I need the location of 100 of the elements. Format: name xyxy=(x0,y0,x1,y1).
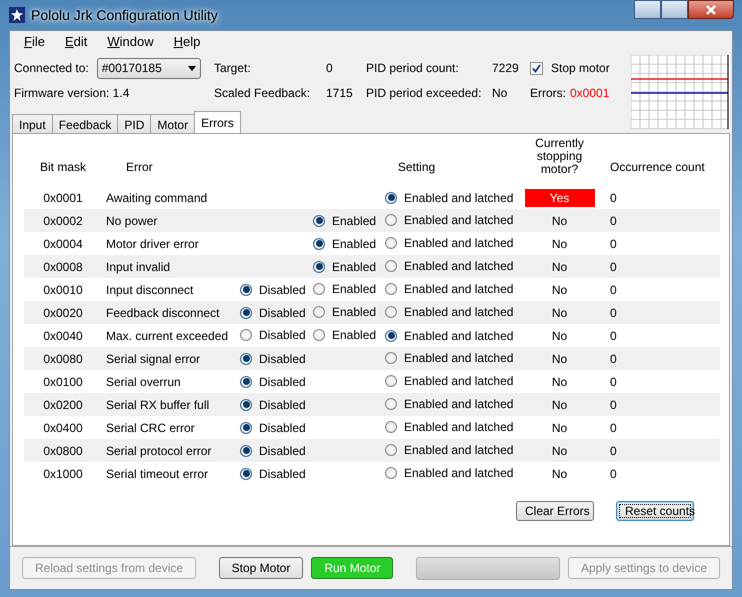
radio-circle[interactable] xyxy=(385,352,397,364)
radio-button[interactable]: Disabled xyxy=(240,372,306,391)
stop-motor-checkbox[interactable]: Stop motor xyxy=(530,59,610,77)
radio-circle[interactable] xyxy=(385,192,397,204)
menu-item[interactable]: Edit xyxy=(54,32,98,52)
radio-button[interactable]: Disabled xyxy=(240,350,306,368)
radio-button[interactable]: Enabled and latched xyxy=(385,372,514,390)
menu-item[interactable]: Window xyxy=(97,32,164,52)
radio-button[interactable]: Enabled xyxy=(313,212,376,230)
column-header: Occurrence count xyxy=(609,159,706,176)
radio-button[interactable]: Enabled and latched xyxy=(385,418,514,436)
label-text: PID period count: xyxy=(366,60,460,77)
error-name: Max. current exceeded xyxy=(105,328,230,344)
close-icon[interactable] xyxy=(705,4,717,14)
count-text: 0 xyxy=(610,214,617,228)
button[interactable]: Stop Motor xyxy=(218,557,304,579)
radio-circle[interactable] xyxy=(385,282,397,294)
radio-circle[interactable] xyxy=(385,214,397,226)
radio-button[interactable]: Disabled xyxy=(240,396,306,414)
radio-button[interactable]: Enabled xyxy=(313,280,376,298)
radio-button[interactable]: Enabled and latched xyxy=(385,256,514,274)
radio-circle[interactable] xyxy=(385,236,397,248)
radio-button[interactable]: Enabled and latched xyxy=(385,210,514,228)
tab[interactable]: PID xyxy=(117,114,152,133)
radio-circle[interactable] xyxy=(240,376,252,388)
count-text: 0 xyxy=(610,444,617,458)
tab[interactable]: Motor xyxy=(150,114,196,133)
checkmark-icon xyxy=(532,64,541,72)
tab[interactable]: Feedback xyxy=(52,114,118,133)
radio-button[interactable]: Disabled xyxy=(240,464,306,483)
bit-mask-text: 0x0001 xyxy=(42,190,84,206)
stopping-status: No xyxy=(552,442,568,460)
minimize-button[interactable] xyxy=(634,0,661,19)
radio-circle[interactable] xyxy=(385,260,397,272)
tab[interactable]: Errors xyxy=(194,111,241,133)
radio-circle[interactable] xyxy=(385,444,397,456)
label-text: Scaled Feedback: xyxy=(214,85,312,102)
radio-circle[interactable] xyxy=(240,468,252,480)
stopping-status: Yes xyxy=(524,188,594,206)
error-name: Input disconnect xyxy=(105,282,194,298)
radio-button[interactable]: Disabled xyxy=(240,442,306,460)
radio-circle[interactable] xyxy=(313,328,325,340)
radio-button[interactable]: Enabled xyxy=(313,326,376,344)
close-button[interactable] xyxy=(688,0,734,19)
button[interactable]: Clear Errors xyxy=(516,501,594,521)
radio-button[interactable]: Enabled xyxy=(313,258,376,276)
radio-button[interactable]: Disabled xyxy=(240,418,306,437)
radio-button[interactable]: Enabled and latched xyxy=(385,188,514,207)
count-text: 0 xyxy=(610,328,617,342)
radio-circle[interactable] xyxy=(240,306,252,319)
radio-button[interactable]: Enabled and latched xyxy=(385,234,514,252)
window-title: Pololu Jrk Configuration Utility xyxy=(31,6,218,25)
radio-button[interactable]: Enabled and latched xyxy=(385,280,514,298)
device-dropdown[interactable]: #00170185 xyxy=(96,58,201,78)
radio-button[interactable]: Disabled xyxy=(240,280,306,299)
value-text: 7229 xyxy=(492,60,519,77)
radio-button[interactable]: Enabled xyxy=(313,302,376,320)
menu-item[interactable]: Help xyxy=(164,32,210,52)
tab[interactable]: Input xyxy=(12,114,53,133)
radio-circle[interactable] xyxy=(313,282,325,294)
stopping-status: No xyxy=(552,374,568,390)
radio-circle[interactable] xyxy=(385,420,397,432)
radio-button[interactable]: Enabled and latched xyxy=(385,326,514,345)
menu-item[interactable]: File xyxy=(14,32,55,52)
bit-mask-text: 0x0080 xyxy=(42,350,84,368)
bit-mask-text: 0x0004 xyxy=(42,236,84,252)
radio-circle[interactable] xyxy=(240,284,252,296)
radio-button[interactable]: Enabled and latched xyxy=(385,394,514,412)
radio-button[interactable]: Enabled and latched xyxy=(385,348,514,366)
radio-circle[interactable] xyxy=(240,444,252,457)
radio-button[interactable]: Enabled and latched xyxy=(385,302,514,320)
radio-circle[interactable] xyxy=(385,330,397,342)
count-text: 0 xyxy=(610,282,617,296)
bit-mask-text: 0x1000 xyxy=(42,466,84,482)
error-code: 0x0001 xyxy=(570,85,610,102)
count-text: 0 xyxy=(610,260,617,274)
radio-circle[interactable] xyxy=(313,214,325,227)
radio-button[interactable]: Enabled and latched xyxy=(385,440,514,458)
radio-circle[interactable] xyxy=(240,398,252,411)
stopping-status: No xyxy=(552,466,568,482)
label-text: PID period exceeded: xyxy=(366,85,482,102)
radio-circle[interactable] xyxy=(313,238,325,250)
radio-circle[interactable] xyxy=(385,398,397,410)
radio-button[interactable]: Disabled xyxy=(240,304,306,322)
radio-button[interactable]: Enabled xyxy=(313,234,376,253)
stopping-status: No xyxy=(552,328,568,344)
radio-circle[interactable] xyxy=(240,352,252,365)
radio-circle[interactable] xyxy=(385,374,397,386)
radio-circle[interactable] xyxy=(385,466,397,478)
radio-circle[interactable] xyxy=(240,422,252,434)
radio-button[interactable]: Disabled xyxy=(240,326,306,344)
radio-circle[interactable] xyxy=(313,260,325,273)
radio-circle[interactable] xyxy=(385,306,397,318)
count-text: 0 xyxy=(610,190,617,204)
column-header: Currently stopping motor? xyxy=(534,137,585,176)
radio-circle[interactable] xyxy=(313,306,325,318)
radio-button[interactable]: Enabled and latched xyxy=(385,464,514,482)
radio-circle[interactable] xyxy=(240,328,252,340)
value-text: No xyxy=(492,85,508,102)
maximize-button[interactable] xyxy=(661,0,688,19)
